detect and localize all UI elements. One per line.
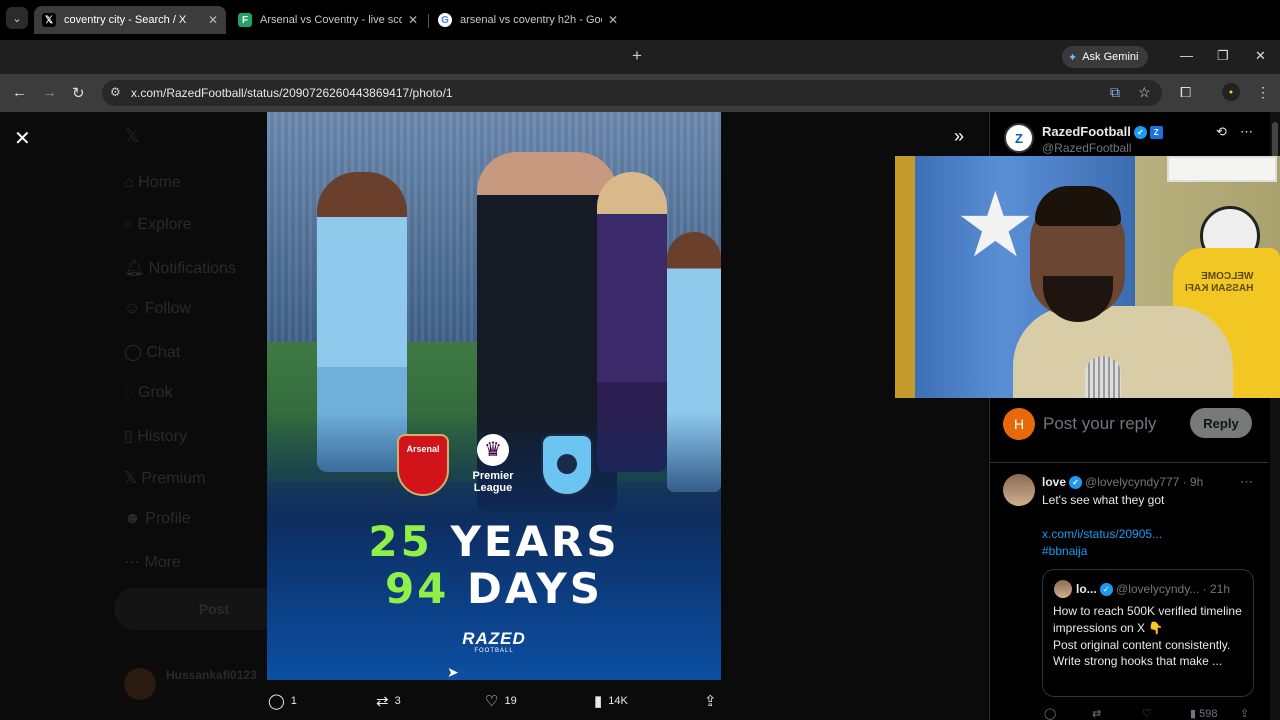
reload-icon[interactable]: ↻	[72, 84, 85, 102]
verified-badge-icon: ✓	[1069, 476, 1083, 489]
comment-views[interactable]: ▮ 598	[1190, 707, 1217, 720]
comment-more-icon[interactable]: ⋯	[1240, 474, 1253, 490]
nav-notifications-ghost: 🔔︎ Notifications	[124, 260, 236, 277]
tab-search-button[interactable]: ⌄	[6, 7, 28, 29]
repost-action[interactable]: ⇄ 3	[376, 692, 401, 710]
repost-icon: ⇄	[376, 693, 389, 710]
profile-avatar[interactable]: ●	[1222, 83, 1240, 101]
tab-coventry-search[interactable]: 𝕏 coventry city - Search / X ✕	[34, 6, 226, 34]
new-tab-button[interactable]: +	[632, 46, 642, 66]
elephant-icon	[557, 454, 577, 474]
comment-reply-icon[interactable]: ◯	[1044, 707, 1056, 720]
affiliate-badge-icon: Z	[1149, 126, 1163, 139]
sheets-icon: F	[238, 13, 252, 27]
reply-button[interactable]: Reply	[1190, 408, 1252, 438]
forward-icon[interactable]: →	[42, 84, 57, 101]
comment-link[interactable]: x.com/i/status/20905...	[1042, 527, 1162, 541]
person-body	[1013, 306, 1233, 398]
lion-icon: ♛	[477, 434, 509, 466]
bar-chart-icon: ▮	[1190, 708, 1197, 720]
share-icon: ⇪	[704, 693, 717, 710]
restore-button[interactable]: ❐	[1217, 48, 1229, 64]
comment-share-icon[interactable]: ⇪	[1240, 707, 1249, 720]
close-tab-icon[interactable]: ✕	[408, 13, 418, 27]
extensions-icon[interactable]: ⧠	[1180, 84, 1191, 101]
nav-explore-ghost: ⌕ Explore	[124, 216, 192, 233]
author-handle[interactable]: @RazedFootball	[1042, 141, 1132, 155]
url-text[interactable]: x.com/RazedFootball/status/2090726260443…	[131, 86, 453, 100]
divider	[990, 462, 1268, 463]
tab-separator	[428, 14, 429, 28]
bookmark-star-icon[interactable]: ☆	[1138, 84, 1151, 101]
tab-google-h2h[interactable]: G arsenal vs coventry h2h - Goog ✕	[430, 6, 626, 34]
bar-chart-icon: ▮	[594, 693, 603, 710]
install-app-icon[interactable]: ⧉	[1110, 84, 1120, 101]
webcam-overlay: ★ WELCOME HASSAN KAFI	[895, 156, 1280, 398]
arsenal-crest: Arsenal	[397, 434, 449, 496]
minimize-button[interactable]: —	[1180, 48, 1193, 63]
days-line: 94 DAYS	[384, 564, 604, 613]
reply-user-avatar: H	[1003, 408, 1035, 440]
back-icon[interactable]: ←	[12, 84, 27, 101]
comment-hashtag[interactable]: #bbnaija	[1042, 544, 1087, 558]
years-line: 25 YEARS	[368, 517, 620, 566]
reply-input[interactable]: Post your reply	[1043, 414, 1156, 434]
flag-star-icon: ★	[955, 176, 1036, 276]
shirt-text: WELCOME HASSAN KAFI	[1185, 271, 1254, 294]
heart-icon: ♡	[485, 693, 499, 710]
author-name[interactable]: RazedFootball ✓ Z	[1042, 124, 1163, 139]
comment-author[interactable]: love ✓ @lovelycyndy777 · 9h	[1042, 475, 1203, 489]
nav-more-ghost: ⋯ More	[124, 554, 181, 571]
grok-icon[interactable]: ⟲	[1216, 124, 1227, 140]
nav-grok-ghost: ◌ Grok	[124, 384, 173, 401]
tactics-board	[1167, 156, 1277, 182]
chrome-menu-icon[interactable]: ⋮	[1256, 84, 1270, 101]
comment-text: Let's see what they got	[1042, 493, 1165, 507]
close-tab-icon[interactable]: ✕	[208, 13, 218, 27]
quote-author: lo... ✓ @lovelycyndy... · 21h	[1076, 582, 1231, 596]
nav-home-ghost: ⌂ Home	[124, 174, 181, 191]
comment-repost-icon[interactable]: ⇄	[1092, 707, 1101, 720]
site-settings-icon[interactable]: ⚙	[110, 85, 121, 99]
user-avatar-ghost	[124, 668, 156, 700]
gemini-sparkle-icon: ✦	[1068, 51, 1078, 64]
collapse-sidebar-icon[interactable]: »	[954, 126, 964, 147]
share-action[interactable]: ⇪	[704, 692, 717, 710]
mouse-cursor: ➤	[447, 664, 459, 680]
x-logo-icon: 𝕏	[42, 13, 56, 27]
nav-follow-ghost: ☺ Follow	[124, 300, 192, 317]
ask-gemini-button[interactable]: ✦ Ask Gemini	[1062, 46, 1149, 68]
premier-league-logo: ♛ Premier League	[471, 434, 515, 498]
tab-arsenal-live[interactable]: F Arsenal vs Coventry - live score ✕	[230, 6, 426, 34]
person-hair	[1035, 186, 1121, 226]
close-window-button[interactable]: ✕	[1255, 48, 1266, 64]
reply-action[interactable]: ◯ 1	[268, 692, 297, 710]
comment-avatar[interactable]	[1003, 474, 1035, 506]
x-logo-icon: 𝕏	[125, 126, 140, 146]
nav-history-ghost: ▯ History	[124, 428, 188, 445]
razed-logo: RAZED	[462, 629, 526, 648]
close-viewer-button[interactable]: ✕	[14, 126, 31, 151]
coventry-crest	[541, 434, 593, 496]
verified-badge-icon: ✓	[1133, 126, 1147, 139]
nav-profile-ghost: ☻ Profile	[124, 510, 191, 527]
quote-avatar	[1054, 580, 1072, 598]
razed-logo-sub: FOOTBALL	[474, 648, 514, 654]
reply-icon: ◯	[268, 693, 285, 710]
nav-chat-ghost: ◯ Chat	[124, 344, 181, 361]
google-icon: G	[438, 13, 452, 27]
microphone-icon	[1085, 356, 1121, 398]
views-action[interactable]: ▮ 14K	[594, 692, 628, 710]
tweet-photo[interactable]: Arsenal ♛ Premier League 25 YEARS 94 DAY…	[267, 112, 721, 680]
like-action[interactable]: ♡ 19	[485, 692, 517, 710]
comment-heart-icon[interactable]: ♡	[1142, 707, 1152, 720]
close-tab-icon[interactable]: ✕	[608, 13, 618, 27]
verified-badge-icon: ✓	[1099, 583, 1113, 596]
more-options-icon[interactable]: ⋯	[1240, 124, 1253, 140]
quote-text: How to reach 500K verified timeline impr…	[1053, 604, 1242, 669]
user-name-ghost: Hussankafi0123	[166, 668, 257, 682]
author-avatar[interactable]: Z	[1004, 123, 1034, 153]
nav-premium-ghost: 𝕏 Premium	[124, 470, 206, 487]
